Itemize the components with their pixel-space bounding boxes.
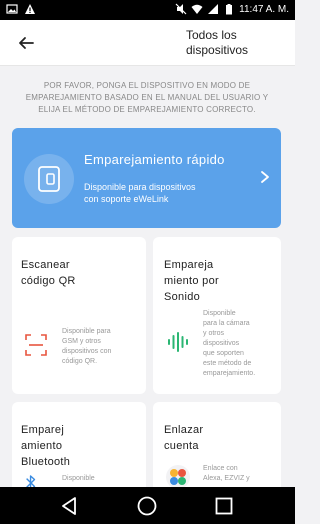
quick-pairing-card[interactable]: Emparejamiento rápido Disponible para di… <box>12 128 281 228</box>
scan-qr-description: Disponible para GSM y otros dispositivos… <box>62 327 142 367</box>
quick-pairing-desc-line1: Disponible para dispositivos <box>84 182 196 192</box>
sound-pairing-title-line2: miento por <box>164 275 219 287</box>
sound-pairing-title-line1: Empareja <box>164 259 214 271</box>
wifi-icon <box>191 4 203 14</box>
qr-scan-icon <box>25 334 47 356</box>
sound-pairing-desc-line2: para la cámara <box>203 320 250 327</box>
link-account-desc-line1: Enlace con <box>203 465 238 472</box>
recents-square-icon[interactable] <box>213 495 235 517</box>
sound-pairing-desc-line4: dispositivos <box>203 340 240 347</box>
bluetooth-pairing-title-line2: amiento <box>21 440 63 452</box>
mute-icon <box>175 3 187 15</box>
quick-pairing-icon <box>24 154 74 204</box>
bluetooth-pairing-title-line3: Bluetooth <box>21 456 71 468</box>
scan-qr-desc-line2: GSM y otros <box>62 338 101 345</box>
warning-icon <box>25 4 35 14</box>
scan-qr-desc-line4: código QR. <box>62 358 98 365</box>
scan-qr-desc-line1: Disponible para <box>62 328 111 335</box>
scan-qr-desc-line3: dispositivos con <box>62 348 112 355</box>
page-title: Todos los dispositivos <box>186 28 286 58</box>
link-account-title: Enlazar cuenta <box>164 422 203 454</box>
quick-pairing-description: Disponible para dispositivos con soporte… <box>84 181 254 205</box>
quick-pairing-desc-line2: con soporte eWeLink <box>84 194 169 204</box>
signal-icon <box>208 4 219 14</box>
link-account-desc-line2: Alexa, EZVIZ y <box>203 475 250 482</box>
scan-qr-title-line2: código QR <box>21 275 76 287</box>
bluetooth-pairing-title: Emparej amiento Bluetooth <box>21 422 70 470</box>
sound-pairing-desc-line6: este método de <box>203 360 252 367</box>
sound-pairing-desc-line1: Disponible <box>203 310 236 317</box>
app-header: Todos los dispositivos <box>0 20 295 66</box>
sound-wave-icon <box>168 332 188 352</box>
bluetooth-pairing-desc-line1: Disponible <box>62 475 95 482</box>
back-arrow-icon[interactable] <box>16 33 36 53</box>
status-bar: 11:47 A. M. <box>0 0 295 20</box>
sound-pairing-title-line3: Sonido <box>164 291 201 303</box>
sound-pairing-description: Disponible para la cámara y otros dispos… <box>203 309 279 379</box>
bluetooth-pairing-description: Disponible <box>62 474 142 484</box>
sound-pairing-desc-line5: que soporten <box>203 350 244 357</box>
scan-qr-card[interactable]: Escanear código QR Disponible para GSM y… <box>12 237 146 394</box>
page-title-line1: Todos los <box>186 28 237 42</box>
android-navigation-bar <box>0 487 295 524</box>
link-account-title-line2: cuenta <box>164 440 199 452</box>
bluetooth-pairing-title-line1: Emparej <box>21 424 65 436</box>
battery-icon <box>226 4 233 15</box>
link-account-description: Enlace con Alexa, EZVIZ y <box>203 464 279 484</box>
status-time: 11:47 A. M. <box>239 3 289 15</box>
quick-pairing-title: Emparejamiento rápido <box>84 152 225 167</box>
chevron-right-icon <box>261 171 269 183</box>
page-title-line2: dispositivos <box>186 43 249 57</box>
back-triangle-icon[interactable] <box>58 495 80 517</box>
sound-pairing-desc-line3: y otros <box>203 330 225 337</box>
scan-qr-title-line1: Escanear <box>21 259 70 271</box>
pairing-instructions: POR FAVOR, PONGA EL DISPOSITIVO EN MODO … <box>25 81 269 114</box>
sound-pairing-desc-line7: emparejamiento. <box>203 370 256 377</box>
image-icon <box>6 4 18 14</box>
sound-pairing-card[interactable]: Empareja miento por Sonido Disponible pa… <box>153 237 281 394</box>
scan-qr-title: Escanear código QR <box>21 257 76 289</box>
link-account-title-line1: Enlazar <box>164 424 204 436</box>
home-circle-icon[interactable] <box>136 495 158 517</box>
sound-pairing-title: Empareja miento por Sonido <box>164 257 219 305</box>
